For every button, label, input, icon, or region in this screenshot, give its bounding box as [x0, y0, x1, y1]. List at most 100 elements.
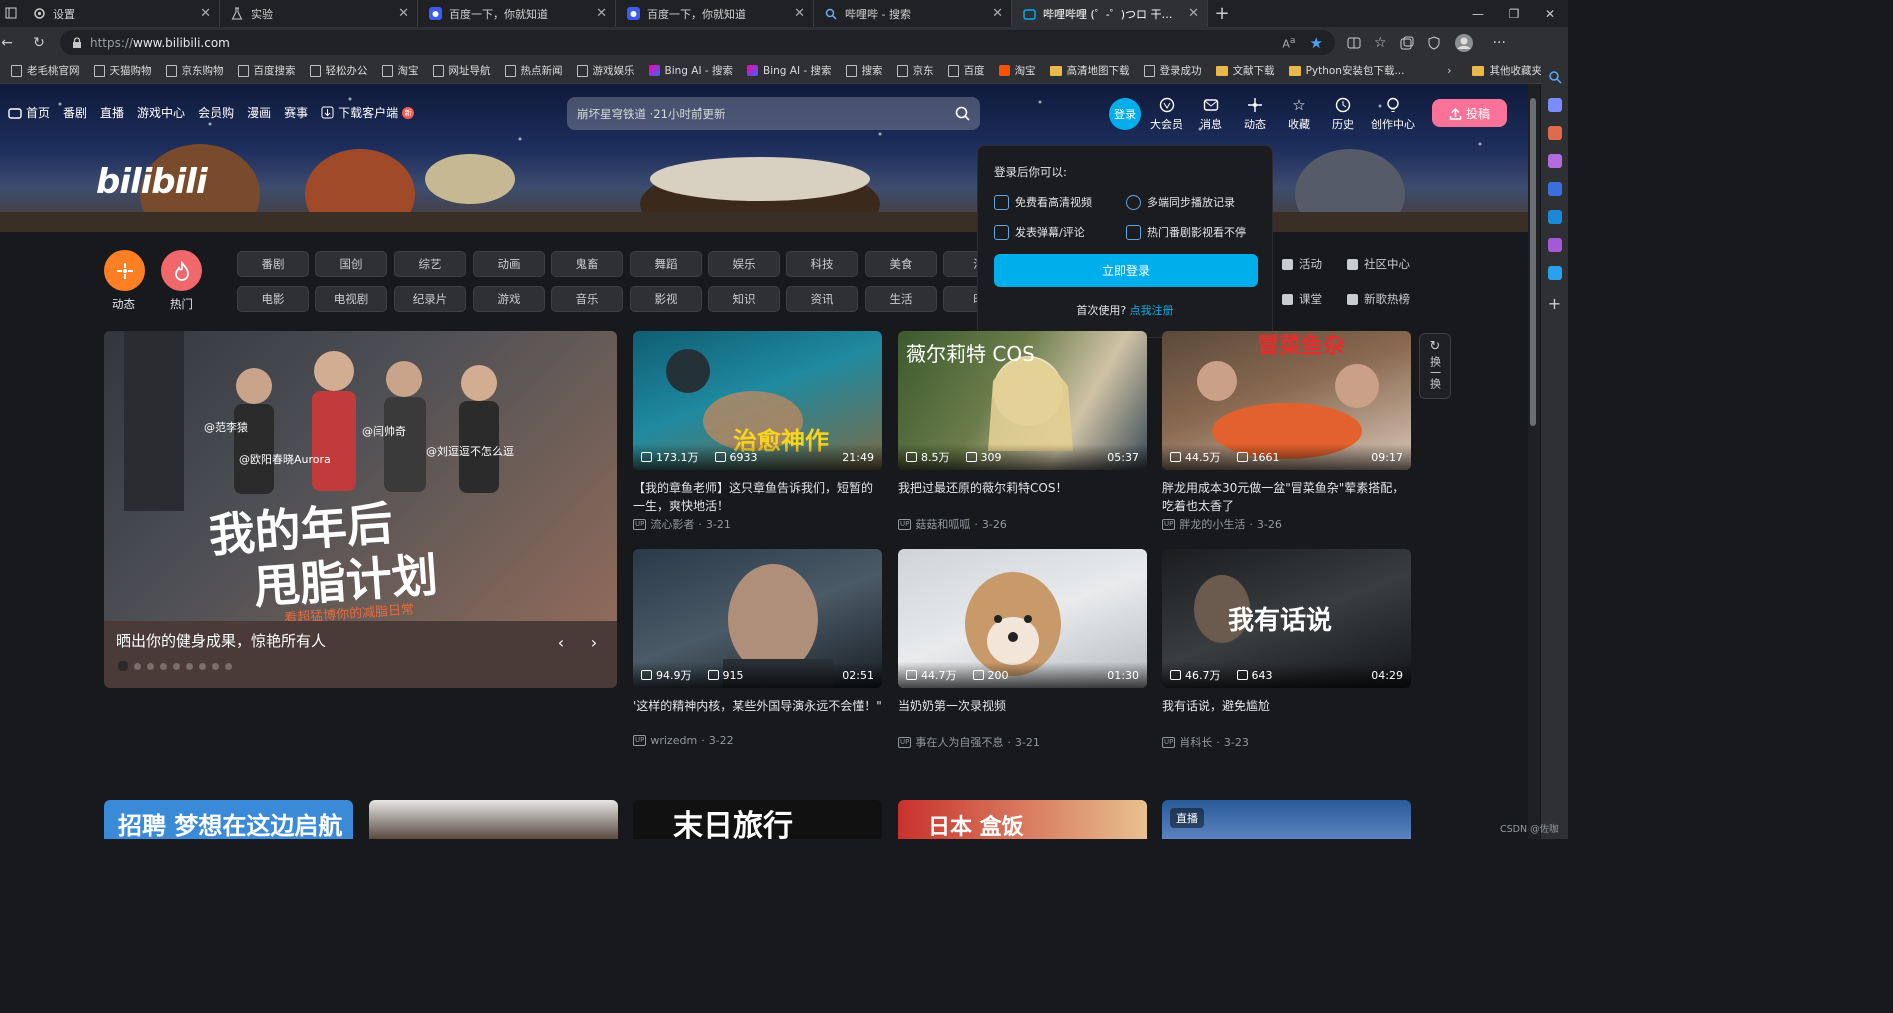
category-tag[interactable]: 纪录片 — [394, 286, 466, 312]
carousel-dot[interactable] — [134, 662, 141, 670]
minimize-icon[interactable]: — — [1460, 7, 1496, 21]
tab-settings[interactable]: 设置 ✕ — [22, 0, 220, 27]
carousel-dot[interactable] — [212, 662, 219, 670]
outlook-icon[interactable] — [1547, 210, 1562, 224]
bookmark-item[interactable]: 高清地图下载 — [1043, 63, 1137, 78]
carousel-dot[interactable] — [199, 662, 206, 670]
close-icon[interactable]: ✕ — [200, 6, 211, 21]
author-name[interactable]: 菇菇和呱呱 — [915, 516, 970, 532]
video-thumbnail[interactable]: 治愈神作 173.1万 6933 21:49 — [633, 331, 882, 470]
nav-esports[interactable]: 赛事 — [284, 104, 308, 121]
collections-icon[interactable] — [1400, 36, 1414, 50]
category-tag[interactable]: 舞蹈 — [630, 251, 702, 277]
bookmark-item[interactable]: 淘宝 — [992, 63, 1043, 78]
video-card[interactable]: 冒菜鱼杂 44.5万 1661 09:17 胖龙用成本30元做一盆"冒菜鱼杂"荤素搭… — [1162, 331, 1411, 532]
category-tag[interactable]: 音乐 — [551, 286, 623, 312]
refresh-feed-button[interactable]: ↻ 换一换 — [1419, 333, 1451, 399]
category-tag[interactable]: 国创 — [315, 251, 387, 277]
tab-bing-search[interactable]: 哔哩哔 - 搜索 ✕ — [814, 0, 1012, 27]
video-card[interactable]: 我有话说 46.7万 643 04:29 我有话说，避免尴尬 UP 肖科长 · 3-23 — [1162, 549, 1411, 750]
carousel-dot[interactable] — [147, 662, 154, 670]
carousel-dot[interactable] — [173, 662, 180, 670]
profile-avatar-icon[interactable] — [1454, 33, 1474, 53]
bookmark-item[interactable]: 登录成功 — [1137, 63, 1209, 78]
hero-carousel[interactable]: 我的年后 甩脂计划 看超猛博你的减脂日常 @范李猿 @欧阳春晓Aurora @闫… — [104, 331, 617, 688]
nav-history[interactable]: 历史 — [1327, 97, 1359, 132]
nav-game-center[interactable]: 游戏中心 — [137, 104, 185, 121]
bookmark-item[interactable]: Bing AI - 搜索 — [642, 63, 741, 78]
back-icon[interactable]: ← — [0, 30, 20, 56]
carousel-dot[interactable] — [225, 662, 232, 670]
bookmark-item[interactable]: 轻松办公 — [303, 63, 375, 78]
tab-baidu-1[interactable]: 百度一下，你就知道 ✕ — [418, 0, 616, 27]
link-activity[interactable]: 活动 — [1282, 256, 1322, 272]
search-icon[interactable] — [1548, 70, 1562, 84]
close-icon[interactable]: ✕ — [992, 6, 1003, 21]
shopping-icon[interactable] — [1547, 98, 1562, 112]
nav-manga[interactable]: 漫画 — [247, 104, 271, 121]
search-box[interactable]: 崩坏星穹铁道 ·21小时前更新 — [567, 97, 980, 130]
link-community-center[interactable]: 社区中心 — [1347, 256, 1410, 272]
chevron-right-icon[interactable]: › — [1447, 65, 1451, 77]
login-now-button[interactable]: 立即登录 — [994, 254, 1258, 287]
category-tag[interactable]: 电影 — [237, 286, 309, 312]
video-title[interactable]: 当奶奶第一次录视频 — [898, 697, 1147, 733]
category-tag[interactable]: 动画 — [473, 251, 545, 277]
bookmark-item[interactable]: 天猫购物 — [87, 63, 159, 78]
more-menu-icon[interactable]: ··· — [1493, 35, 1506, 51]
category-tag[interactable]: 科技 — [786, 251, 858, 277]
link-classroom[interactable]: 课堂 — [1282, 291, 1322, 307]
live-card-partial[interactable]: 直播 — [1162, 800, 1411, 839]
nav-favorites[interactable]: ☆ 收藏 — [1283, 97, 1315, 132]
carousel-prev-button[interactable]: ‹ — [547, 628, 575, 656]
video-title[interactable]: 我把过最还原的薇尔莉特COS！ — [898, 479, 1147, 515]
nav-anime[interactable]: 番剧 — [63, 104, 87, 121]
category-tag[interactable]: 资讯 — [786, 286, 858, 312]
video-thumbnail[interactable]: 44.7万 200 01:30 — [898, 549, 1147, 688]
new-tab-button[interactable]: + — [1208, 0, 1236, 27]
tab-experiments[interactable]: 实验 ✕ — [220, 0, 418, 27]
channel-hot-button[interactable] — [161, 250, 202, 291]
games-icon[interactable] — [1547, 154, 1562, 168]
close-icon[interactable]: ✕ — [1188, 6, 1199, 21]
video-thumbnail[interactable]: 薇尔莉特 COS 8.5万 309 05:37 — [898, 331, 1147, 470]
category-tag[interactable]: 电视剧 — [315, 286, 387, 312]
video-thumbnail[interactable]: 我有话说 46.7万 643 04:29 — [1162, 549, 1411, 688]
close-icon[interactable]: ✕ — [398, 6, 409, 21]
carousel-dot[interactable] — [118, 661, 128, 671]
link-new-song-chart[interactable]: 新歌热榜 — [1347, 291, 1410, 307]
carousel-dot[interactable] — [160, 662, 167, 670]
category-tag[interactable]: 知识 — [708, 286, 780, 312]
feed-card-partial[interactable] — [369, 800, 618, 839]
feed-card-partial[interactable]: 末日旅行 — [633, 800, 882, 839]
search-input[interactable]: 崩坏星穹铁道 ·21小时前更新 — [577, 106, 955, 122]
author-name[interactable]: 事在人为自强不息 — [915, 734, 1003, 750]
nav-vip[interactable]: 大会员 — [1150, 97, 1183, 132]
bookmark-item[interactable]: 京东购物 — [159, 63, 231, 78]
nav-mall[interactable]: 会员购 — [198, 104, 234, 121]
bookmark-item[interactable]: 游戏娱乐 — [570, 63, 642, 78]
tools-icon[interactable] — [1547, 126, 1562, 140]
video-title[interactable]: '这样的精神内核，某些外国导演永远不会懂！" — [633, 697, 882, 733]
close-icon[interactable]: ✕ — [794, 6, 805, 21]
bookmark-item[interactable]: Bing AI - 搜索 — [740, 63, 839, 78]
drop-icon[interactable] — [1547, 266, 1562, 280]
author-name[interactable]: wrizedm — [650, 734, 697, 747]
bookmark-item[interactable]: 百度搜索 — [231, 63, 303, 78]
carousel-dot[interactable] — [186, 662, 193, 670]
category-tag[interactable]: 番剧 — [237, 251, 309, 277]
bookmark-item[interactable]: Python安装包下载... — [1282, 63, 1412, 78]
author-name[interactable]: 胖龙的小生活 — [1179, 516, 1245, 532]
video-title[interactable]: 我有话说，避免尴尬 — [1162, 697, 1411, 733]
register-link[interactable]: 点我注册 — [1130, 304, 1174, 317]
address-bar[interactable]: https://www.bilibili.com Aa ★ — [60, 30, 1335, 55]
copilot-icon[interactable] — [1547, 182, 1562, 196]
bookmark-item[interactable]: 老毛桃官网 — [4, 63, 87, 78]
refresh-icon[interactable]: ↻ — [26, 30, 52, 56]
read-aloud-icon[interactable]: Aa — [1282, 35, 1295, 51]
search-icon[interactable] — [955, 106, 970, 121]
nav-dynamics[interactable]: 动态 — [1239, 97, 1271, 132]
category-tag[interactable]: 游戏 — [473, 286, 545, 312]
carousel-title[interactable]: 晒出你的健身成果，惊艳所有人 — [116, 630, 326, 651]
close-window-icon[interactable]: ✕ — [1532, 7, 1568, 21]
